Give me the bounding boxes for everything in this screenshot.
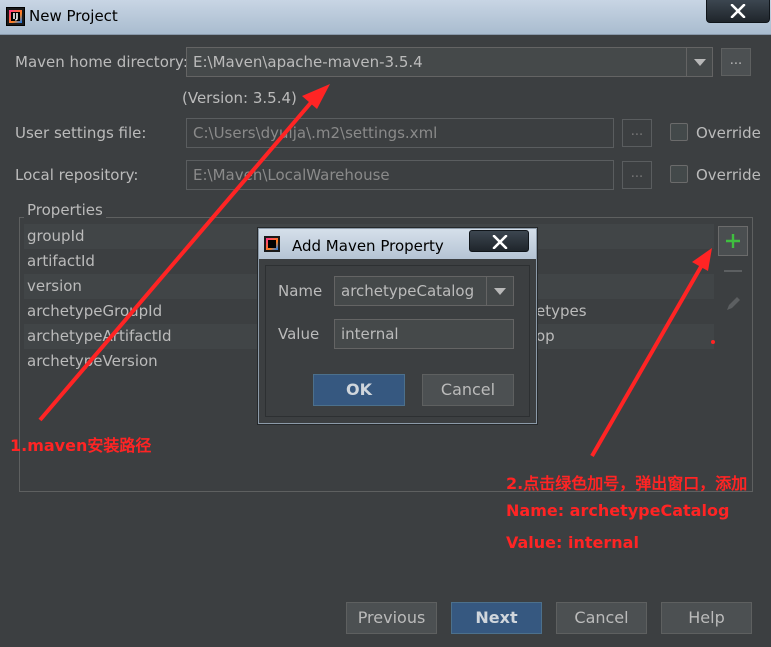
edit-property-button[interactable]: [724, 295, 742, 317]
annotation-value-line: Value: internal: [506, 533, 639, 552]
user-settings-override-label: Override: [696, 124, 761, 142]
local-repo-override-label: Override: [696, 166, 761, 184]
local-repo-input[interactable]: E:\Maven\LocalWarehouse: [186, 160, 614, 190]
value-label: Value: [278, 325, 320, 343]
annotation-step2: 2.点击绿色加号，弹出窗口，添加: [506, 474, 748, 493]
add-property-button[interactable]: [718, 226, 748, 256]
help-button[interactable]: Help: [661, 602, 752, 634]
user-settings-input[interactable]: C:\Users\dyuija\.m2\settings.xml: [186, 118, 614, 148]
window-title: New Project: [29, 7, 118, 25]
maven-home-label: Maven home directory:: [15, 53, 188, 71]
arrowhead: [302, 84, 330, 109]
window-close-button[interactable]: [706, 0, 770, 23]
local-repo-browse-button[interactable]: ...: [622, 161, 652, 189]
local-repo-label: Local repository:: [15, 166, 139, 184]
user-settings-label: User settings file:: [15, 124, 147, 142]
dialog-close-button[interactable]: [469, 230, 529, 252]
properties-label: Properties: [24, 201, 106, 219]
close-icon: [492, 235, 508, 249]
value-input[interactable]: internal: [334, 319, 514, 349]
next-button[interactable]: Next: [451, 602, 542, 634]
dialog-cancel-button[interactable]: Cancel: [422, 374, 514, 406]
minus-icon[interactable]: [724, 270, 742, 272]
chevron-down-icon[interactable]: [686, 48, 712, 76]
name-label: Name: [278, 282, 323, 300]
name-value: archetypeCatalog: [341, 282, 475, 300]
annotation-step1: 1.maven安装路径: [10, 436, 152, 455]
close-icon: [730, 4, 746, 18]
pencil-icon: [727, 297, 740, 310]
maven-version-text: (Version: 3.5.4): [182, 89, 297, 107]
maven-home-value: E:\Maven\apache-maven-3.5.4: [193, 53, 423, 71]
intellij-logo-icon: [264, 236, 280, 252]
user-settings-override-checkbox[interactable]: [670, 123, 688, 141]
plus-icon: [726, 234, 740, 248]
title-bar: IJ New Project: [0, 0, 771, 35]
cancel-button[interactable]: Cancel: [556, 602, 647, 634]
maven-home-dropdown[interactable]: E:\Maven\apache-maven-3.5.4: [186, 47, 713, 77]
chevron-down-icon[interactable]: [486, 277, 513, 305]
annotation-name-line: Name: archetypeCatalog: [506, 501, 730, 520]
previous-button[interactable]: Previous: [346, 602, 437, 634]
ok-button[interactable]: OK: [313, 374, 405, 406]
add-maven-property-dialog: Add Maven Property Name archetypeCatalog…: [258, 228, 537, 424]
dialog-title-bar: Add Maven Property: [259, 229, 536, 259]
intellij-logo-icon: IJ: [6, 7, 25, 26]
maven-home-browse-button[interactable]: ...: [721, 48, 751, 76]
dialog-title: Add Maven Property: [292, 237, 444, 255]
user-settings-browse-button[interactable]: ...: [622, 119, 652, 147]
local-repo-override-checkbox[interactable]: [670, 165, 688, 183]
name-combobox[interactable]: archetypeCatalog: [334, 276, 514, 306]
